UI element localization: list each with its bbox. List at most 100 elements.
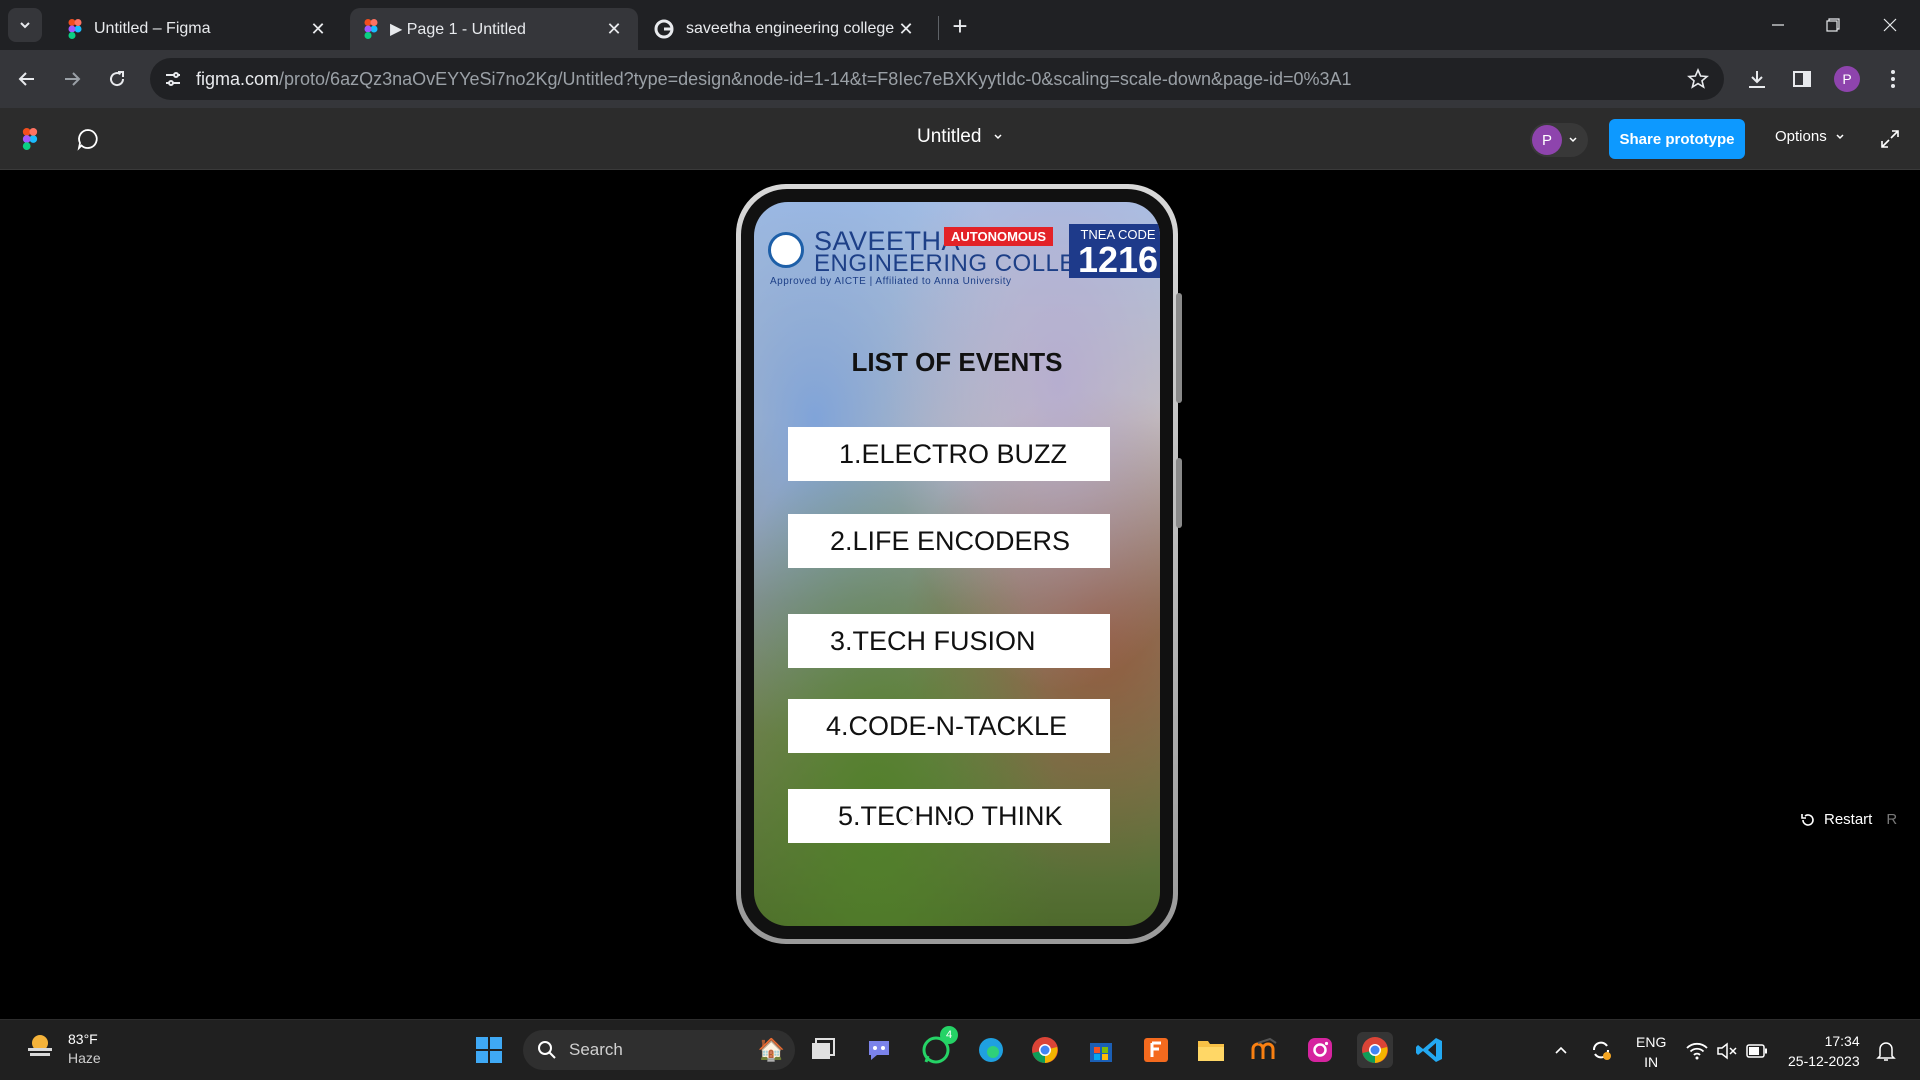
avatar: P	[1532, 125, 1562, 155]
weather-temperature: 83°F	[68, 1031, 98, 1047]
tab-google-search[interactable]: saveetha engineering college lo ✕	[640, 8, 930, 50]
figma-prototype-header: Untitled P Share prototype Options	[0, 108, 1920, 170]
f360-icon	[1144, 1038, 1168, 1062]
speaker-muted-icon[interactable]	[1716, 1042, 1738, 1060]
options-label: Options	[1775, 128, 1827, 145]
chevron-up-icon[interactable]	[1553, 1042, 1569, 1058]
battery-icon[interactable]	[1746, 1044, 1768, 1058]
site-settings-icon[interactable]	[162, 68, 184, 90]
page-indicator: 2 / 4	[945, 816, 975, 834]
url-host: figma.com	[196, 69, 280, 89]
figma-icon	[68, 19, 82, 39]
instagram-icon	[1308, 1038, 1332, 1062]
instagram-app[interactable]	[1302, 1032, 1338, 1068]
task-view-button[interactable]	[805, 1032, 841, 1068]
restore-button[interactable]	[1813, 8, 1853, 42]
close-icon[interactable]: ✕	[896, 19, 916, 39]
address-bar[interactable]: figma.com/proto/6azQz3naOvEYYeSi7no2Kg/U…	[150, 58, 1724, 100]
expand-icon[interactable]	[1880, 129, 1900, 149]
chrome-menu-button[interactable]	[1878, 64, 1908, 94]
teams-chat-app[interactable]	[861, 1032, 897, 1068]
tab-figma-editor[interactable]: Untitled – Figma ✕	[54, 8, 342, 50]
windows-logo-icon	[476, 1037, 502, 1063]
profile-avatar: P	[1834, 66, 1860, 92]
wifi-icon[interactable]	[1686, 1042, 1708, 1060]
profile-button[interactable]: P	[1832, 64, 1862, 94]
user-avatar-menu[interactable]: P	[1530, 123, 1588, 157]
notification-badge: 4	[940, 1026, 958, 1044]
bookmark-star-icon[interactable]	[1686, 67, 1710, 91]
downloads-button[interactable]	[1742, 64, 1772, 94]
start-button[interactable]	[471, 1032, 507, 1068]
sync-icon[interactable]	[1589, 1038, 1613, 1062]
google-icon	[654, 19, 674, 39]
folder-icon	[1198, 1041, 1224, 1061]
arrow-right-icon	[65, 72, 81, 86]
chrome-app[interactable]	[1027, 1032, 1063, 1068]
tab-separator	[938, 16, 939, 40]
weather-widget[interactable]: 83°F Haze	[24, 1030, 101, 1068]
figma-icon	[364, 19, 378, 39]
forward-button[interactable]	[57, 64, 87, 94]
tab-title: ▶ Page 1 - Untitled	[390, 21, 526, 38]
restart-label: Restart	[1824, 811, 1873, 828]
side-panel-icon	[1793, 71, 1811, 87]
restart-button[interactable]: Restart R	[1800, 811, 1897, 828]
event-button[interactable]: 3.TECH FUSION	[788, 614, 1110, 668]
edge-app[interactable]	[973, 1032, 1009, 1068]
whatsapp-app[interactable]: 4	[918, 1026, 958, 1068]
autonomous-badge: AUTONOMOUS	[944, 227, 1054, 246]
minimize-button[interactable]	[1758, 8, 1798, 42]
microsoft-store-app[interactable]	[1083, 1032, 1119, 1068]
side-panel-button[interactable]	[1787, 64, 1817, 94]
taskbar-search[interactable]: Search 🏠	[523, 1030, 795, 1070]
figma-logo-icon[interactable]	[22, 128, 38, 150]
college-logo-banner: SAVEETHA ENGINEERING COLLEGE Approved by…	[754, 224, 1160, 288]
close-window-button[interactable]	[1870, 8, 1910, 42]
clock-date: 25-12-2023	[1788, 1053, 1860, 1069]
holiday-search-highlight-icon: 🏠	[757, 1037, 785, 1062]
chevron-down-icon	[1836, 133, 1844, 139]
sun-haze-icon	[28, 1035, 52, 1056]
search-placeholder: Search	[569, 1040, 623, 1059]
language-code: ENG	[1636, 1034, 1667, 1050]
freshworks-app[interactable]	[1138, 1032, 1174, 1068]
chrome-icon	[1032, 1037, 1058, 1063]
event-button[interactable]: 1.ELECTRO BUZZ	[788, 427, 1110, 481]
back-button[interactable]	[12, 64, 42, 94]
close-icon[interactable]: ✕	[604, 19, 624, 39]
file-title-menu[interactable]: Untitled	[917, 126, 1003, 148]
store-icon	[1090, 1043, 1112, 1062]
tab-prototype[interactable]: ▶ Page 1 - Untitled ✕	[350, 8, 638, 50]
tab-search-button[interactable]	[8, 8, 42, 42]
share-prototype-button[interactable]: Share prototype	[1609, 119, 1745, 159]
input-language-indicator[interactable]: ENG IN	[1636, 1032, 1666, 1072]
tab-title: Untitled – Figma	[94, 20, 211, 37]
close-icon[interactable]: ✕	[308, 19, 328, 39]
tnea-code: 1216	[1077, 239, 1159, 280]
notification-bell-icon[interactable]	[1876, 1040, 1896, 1062]
comment-icon[interactable]	[76, 127, 100, 151]
task-view-icon	[812, 1038, 835, 1059]
vscode-icon	[1416, 1038, 1442, 1062]
reload-button[interactable]	[102, 64, 132, 94]
moodle-app[interactable]	[1247, 1032, 1283, 1068]
chrome-profile-app-active[interactable]	[1357, 1032, 1393, 1068]
file-explorer-app[interactable]	[1193, 1032, 1229, 1068]
region-code: IN	[1644, 1054, 1659, 1070]
event-button[interactable]: 2.LIFE ENCODERS	[788, 514, 1110, 568]
chevron-down-icon	[20, 22, 30, 29]
events-heading: LIST OF EVENTS	[851, 347, 1063, 377]
options-menu[interactable]: Options	[1775, 128, 1845, 145]
chevron-left-icon[interactable]	[905, 816, 919, 834]
new-tab-button[interactable]: +	[946, 11, 974, 41]
download-icon	[1749, 71, 1765, 88]
system-clock[interactable]: 17:34 25-12-2023	[1788, 1031, 1860, 1071]
vscode-app[interactable]	[1412, 1032, 1448, 1068]
chevron-right-icon[interactable]	[1001, 816, 1015, 834]
restore-icon	[1826, 18, 1840, 32]
browser-toolbar: figma.com/proto/6azQz3naOvEYYeSi7no2Kg/U…	[0, 50, 1920, 108]
close-icon	[1883, 18, 1897, 32]
event-button[interactable]: 4.CODE-N-TACKLE	[788, 699, 1110, 753]
search-icon	[538, 1041, 556, 1059]
